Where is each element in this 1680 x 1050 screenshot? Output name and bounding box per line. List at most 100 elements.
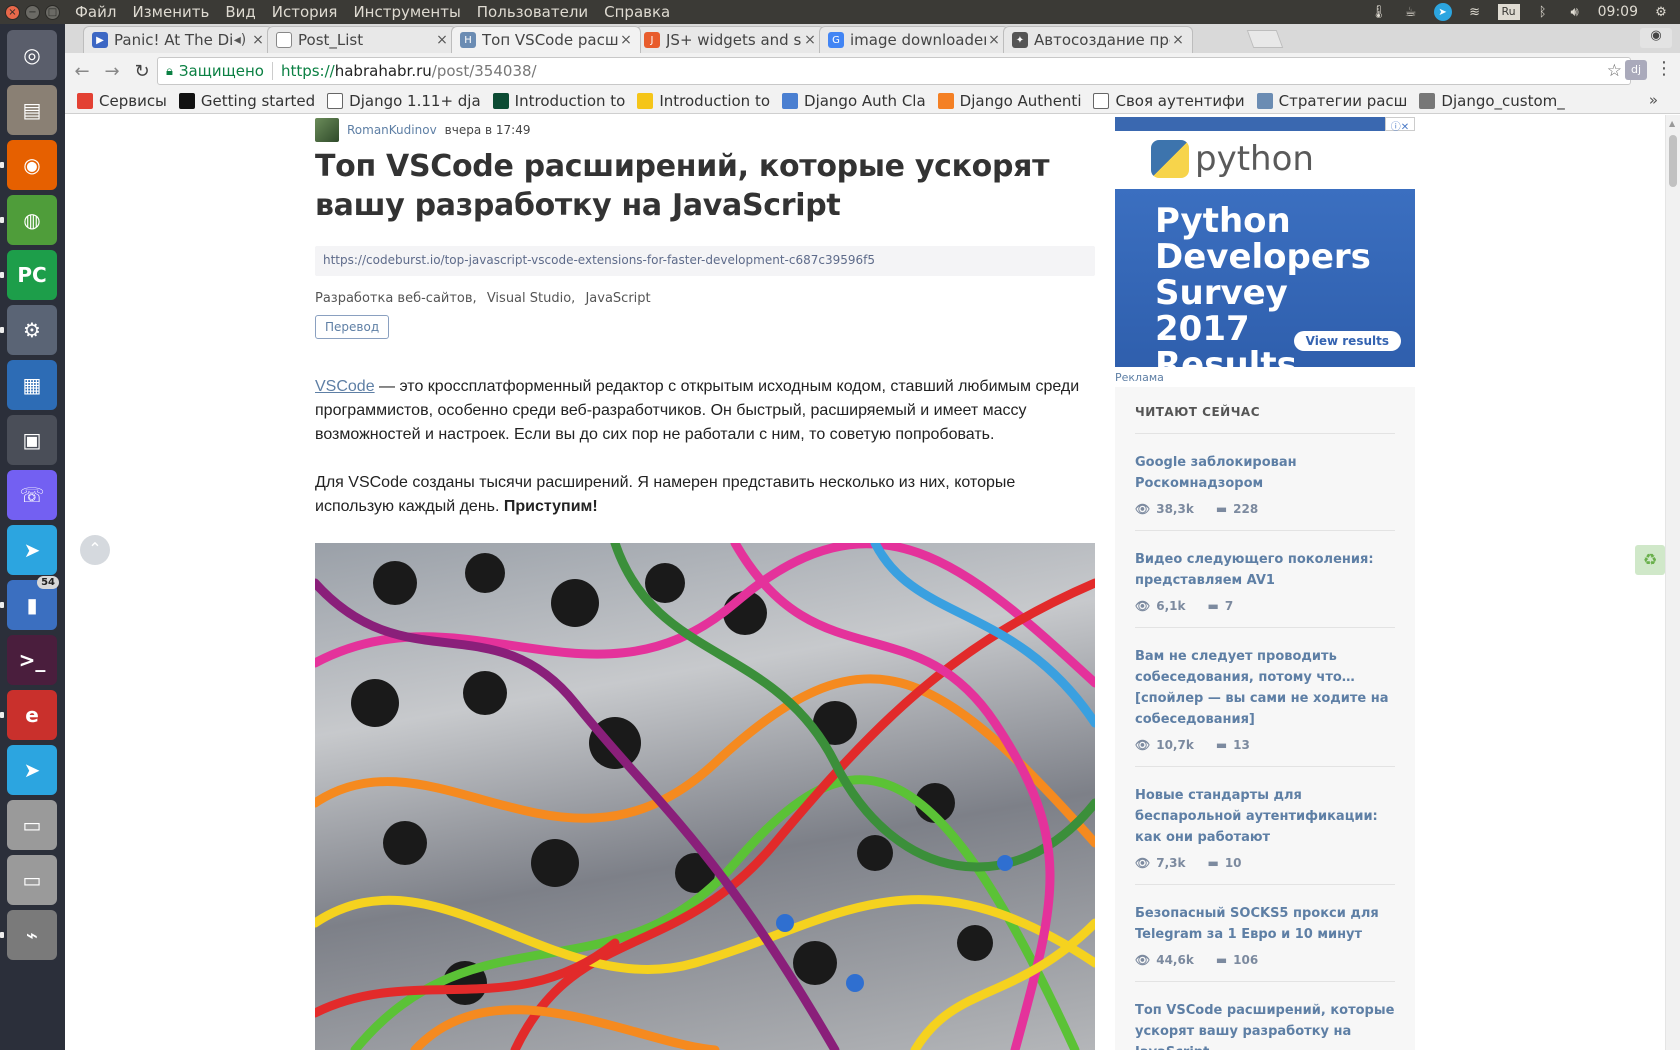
scroll-thumb[interactable] bbox=[1669, 135, 1677, 187]
menu-history[interactable]: История bbox=[272, 3, 338, 21]
forward-arrow-icon[interactable]: → bbox=[99, 58, 125, 84]
address-bar[interactable]: 🔒︎ Защищено https:// habrahabr.ru /post/… bbox=[157, 57, 1631, 85]
menu-help[interactable]: Справка bbox=[604, 3, 670, 21]
keyboard-layout-indicator[interactable]: Ru bbox=[1497, 4, 1520, 20]
maximize-window-button[interactable]: □ bbox=[45, 4, 60, 20]
clock[interactable]: 09:09 bbox=[1598, 4, 1638, 20]
bookmark-item[interactable]: Django_custom_ bbox=[1419, 92, 1565, 110]
reading-now-link[interactable]: Топ VSCode расширений, которые ускорят в… bbox=[1135, 1000, 1395, 1050]
close-window-button[interactable]: × bbox=[5, 4, 20, 20]
bluetooth-icon[interactable]: ᛒ bbox=[1534, 4, 1552, 20]
translation-badge[interactable]: Перевод bbox=[315, 315, 390, 339]
close-tab-icon[interactable]: × bbox=[434, 32, 450, 48]
menu-file[interactable]: Файл bbox=[75, 3, 116, 21]
reload-icon[interactable]: ↻ bbox=[129, 58, 155, 84]
hubs-list: Разработка веб-сайтов, Visual Studio, Ja… bbox=[315, 291, 657, 306]
viber-icon[interactable]: ☏ bbox=[7, 470, 57, 520]
files-icon[interactable]: ▤ bbox=[7, 85, 57, 135]
drive-icon[interactable]: ▭ bbox=[7, 800, 57, 850]
telegram-2-icon[interactable]: ➤ bbox=[7, 745, 57, 795]
python-ad-banner[interactable]: ⓘ✕ python Python Developers Survey 2017 … bbox=[1115, 117, 1415, 383]
profile-icon[interactable]: ◉ bbox=[1640, 28, 1672, 48]
view-results-button[interactable]: View results bbox=[1293, 331, 1401, 351]
tab-4[interactable]: G image downloader × bbox=[819, 26, 1009, 53]
hub-link[interactable]: JavaScript bbox=[585, 291, 650, 306]
scroll-to-top-button[interactable]: ⌃ bbox=[80, 535, 110, 565]
chrome-icon[interactable]: ◍ bbox=[7, 195, 57, 245]
wifi-icon[interactable]: ≋ bbox=[1466, 4, 1484, 20]
bookmark-item[interactable]: Django Authenti bbox=[937, 92, 1081, 110]
mute-tab-icon[interactable]: ◂) bbox=[232, 32, 248, 48]
firefox-icon[interactable]: ◉ bbox=[7, 140, 57, 190]
vscode-link[interactable]: VSCode bbox=[315, 378, 375, 395]
reading-now-link[interactable]: Google заблокирован Роскомнадзором bbox=[1135, 452, 1395, 494]
pycharm-icon[interactable]: PC bbox=[7, 250, 57, 300]
menu-edit[interactable]: Изменить bbox=[132, 3, 209, 21]
close-tab-icon[interactable]: × bbox=[1170, 32, 1186, 48]
chrome-menu-icon[interactable]: ⋮ bbox=[1655, 58, 1673, 79]
telegram-icon[interactable]: ➤ bbox=[7, 525, 57, 575]
tab-1[interactable]: Post_List × bbox=[267, 26, 457, 53]
django-extension-icon[interactable]: dj bbox=[1625, 60, 1647, 80]
bookmark-item[interactable]: Своя аутентифи bbox=[1093, 92, 1245, 110]
running-indicator bbox=[0, 162, 4, 168]
page-scrollbar[interactable]: ▲ bbox=[1665, 115, 1680, 1050]
bookmark-item[interactable]: Стратегии расш bbox=[1256, 92, 1407, 110]
menu-tools[interactable]: Инструменты bbox=[353, 3, 460, 21]
coffee-icon[interactable]: ☕︎ bbox=[1402, 4, 1420, 20]
terminal-icon[interactable]: >_ bbox=[7, 635, 57, 685]
bookmark-item[interactable]: Introduction to bbox=[492, 92, 625, 110]
tab-3[interactable]: J JS+ widgets and sc × bbox=[635, 26, 825, 53]
reading-now-link[interactable]: Новые стандарты для беспарольной аутенти… bbox=[1135, 785, 1395, 848]
views-count: 7,3k bbox=[1156, 856, 1186, 870]
bookmark-item[interactable]: Django 1.11+ dja bbox=[327, 92, 481, 110]
ad-logo-area: ⓘ✕ python bbox=[1115, 117, 1415, 189]
close-tab-icon[interactable]: × bbox=[250, 32, 266, 48]
menu-users[interactable]: Пользователи bbox=[477, 3, 588, 21]
tab-5[interactable]: ✦ Автосоздание пре × bbox=[1003, 26, 1193, 53]
updater-icon[interactable]: ▮ 54 bbox=[7, 576, 59, 630]
power-gear-icon[interactable]: ⚙ bbox=[1652, 4, 1670, 20]
bookmarks-overflow-icon[interactable]: » bbox=[1649, 91, 1658, 109]
back-arrow-icon[interactable]: ← bbox=[69, 58, 95, 84]
menu-view[interactable]: Вид bbox=[225, 3, 255, 21]
close-tab-icon[interactable]: × bbox=[618, 32, 634, 48]
evince-icon[interactable]: e bbox=[7, 690, 57, 740]
tab-2-active[interactable]: H Топ VSCode расши × bbox=[451, 26, 641, 53]
workspaces-icon[interactable]: ▣ bbox=[7, 415, 57, 465]
new-tab-button[interactable] bbox=[1246, 30, 1284, 48]
tab-title: JS+ widgets and sc bbox=[666, 31, 802, 49]
source-link[interactable]: https://codeburst.io/top-javascript-vsco… bbox=[315, 246, 1095, 276]
bookmark-item[interactable]: Сервисы bbox=[77, 92, 167, 110]
telegram-tray-icon[interactable]: ➤ bbox=[1433, 3, 1452, 21]
volume-icon[interactable]: 🔊︎ bbox=[1566, 4, 1584, 20]
thermometer-icon[interactable]: 🌡︎ bbox=[1370, 4, 1388, 20]
ad-choices-close-icon[interactable]: ⓘ✕ bbox=[1385, 117, 1415, 133]
hub-link[interactable]: Visual Studio, bbox=[487, 291, 575, 306]
close-tab-icon[interactable]: × bbox=[802, 32, 818, 48]
libreoffice-writer-icon[interactable]: ▦ bbox=[7, 360, 57, 410]
bookmark-item[interactable]: Getting started bbox=[178, 92, 315, 110]
bookmark-item[interactable]: Introduction to bbox=[637, 92, 770, 110]
avatar[interactable] bbox=[315, 118, 339, 142]
usb-icon[interactable]: ⌁ bbox=[7, 910, 57, 960]
scroll-up-arrow-icon[interactable]: ▲ bbox=[1669, 119, 1675, 128]
close-tab-icon[interactable]: × bbox=[986, 32, 1002, 48]
system-settings-icon[interactable]: ⚙ bbox=[7, 305, 57, 355]
author-link[interactable]: RomanKudinov bbox=[347, 123, 437, 137]
eye-icon: 👁︎ bbox=[1135, 599, 1151, 613]
drive-2-icon[interactable]: ▭ bbox=[7, 855, 57, 905]
bookmark-item[interactable]: Django Auth Cla bbox=[782, 92, 926, 110]
recycle-extension-icon[interactable]: ♻ bbox=[1635, 545, 1665, 575]
hub-link[interactable]: Разработка веб-сайтов, bbox=[315, 291, 477, 306]
tab-0[interactable]: ▶ Panic! At The Dis ◂) × bbox=[83, 26, 273, 53]
page-favicon-icon bbox=[276, 32, 292, 48]
reading-now-link[interactable]: Вам не следует проводить собеседования, … bbox=[1135, 646, 1395, 730]
ubuntu-dash-icon[interactable]: ◎ bbox=[7, 30, 57, 80]
habr-icon bbox=[1256, 93, 1273, 109]
reading-now-link[interactable]: Видео следующего поколения: представляем… bbox=[1135, 549, 1395, 591]
reading-now-stats: 👁︎ 7,3k ▬ 10 bbox=[1135, 856, 1395, 870]
reading-now-link[interactable]: Безопасный SOCKS5 прокси для Telegram за… bbox=[1135, 903, 1395, 945]
bookmark-star-icon[interactable]: ☆ bbox=[1607, 61, 1622, 81]
minimize-window-button[interactable]: − bbox=[25, 4, 40, 20]
